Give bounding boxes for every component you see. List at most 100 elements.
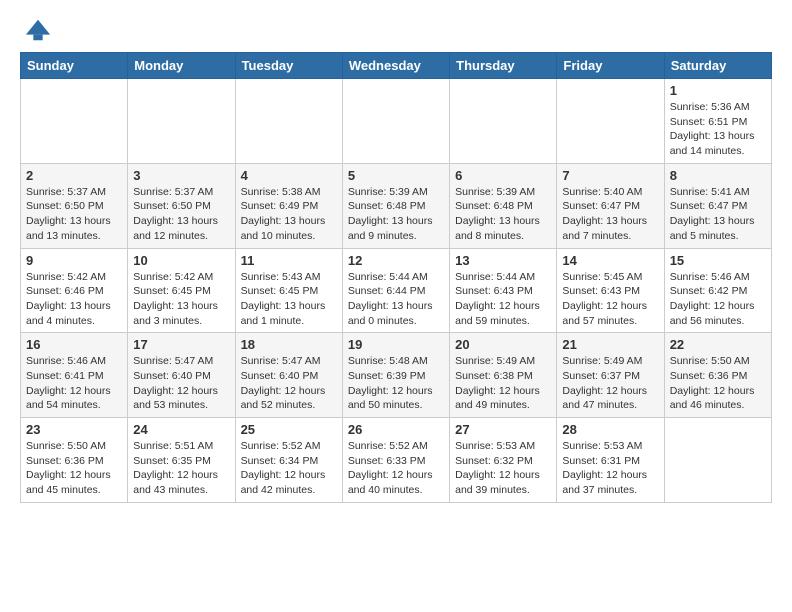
calendar-week-1: 1 Sunrise: 5:36 AMSunset: 6:51 PMDaylight…	[21, 79, 772, 164]
day-number: 5	[348, 168, 444, 183]
day-info: Sunrise: 5:40 AMSunset: 6:47 PMDaylight:…	[562, 185, 658, 244]
day-info: Sunrise: 5:37 AMSunset: 6:50 PMDaylight:…	[133, 185, 229, 244]
day-number: 22	[670, 337, 766, 352]
day-number: 2	[26, 168, 122, 183]
day-info: Sunrise: 5:44 AMSunset: 6:44 PMDaylight:…	[348, 270, 444, 329]
day-info: Sunrise: 5:53 AMSunset: 6:32 PMDaylight:…	[455, 439, 551, 498]
calendar-cell: 24 Sunrise: 5:51 AMSunset: 6:35 PMDayligh…	[128, 418, 235, 503]
day-info: Sunrise: 5:46 AMSunset: 6:42 PMDaylight:…	[670, 270, 766, 329]
day-info: Sunrise: 5:39 AMSunset: 6:48 PMDaylight:…	[348, 185, 444, 244]
calendar-table: SundayMondayTuesdayWednesdayThursdayFrid…	[20, 52, 772, 503]
day-number: 4	[241, 168, 337, 183]
day-number: 3	[133, 168, 229, 183]
calendar-cell: 20Sunrise: 5:49 AMSunset: 6:38 PMDayligh…	[450, 333, 557, 418]
day-number: 28	[562, 422, 658, 437]
day-info: Sunrise: 5:47 AMSunset: 6:40 PMDaylight:…	[241, 354, 337, 413]
calendar-week-4: 16Sunrise: 5:46 AMSunset: 6:41 PMDayligh…	[21, 333, 772, 418]
day-info: Sunrise: 5:53 AMSunset: 6:31 PMDaylight:…	[562, 439, 658, 498]
calendar-cell	[664, 418, 771, 503]
calendar-week-5: 23 Sunrise: 5:50 AMSunset: 6:36 PMDayligh…	[21, 418, 772, 503]
calendar-header-sunday: Sunday	[21, 53, 128, 79]
calendar-cell: 9 Sunrise: 5:42 AMSunset: 6:46 PMDaylight…	[21, 248, 128, 333]
calendar-cell: 21 Sunrise: 5:49 AMSunset: 6:37 PMDayligh…	[557, 333, 664, 418]
day-info: Sunrise: 5:47 AMSunset: 6:40 PMDaylight:…	[133, 354, 229, 413]
calendar-cell: 19 Sunrise: 5:48 AMSunset: 6:39 PMDayligh…	[342, 333, 449, 418]
day-number: 6	[455, 168, 551, 183]
calendar-header-wednesday: Wednesday	[342, 53, 449, 79]
header	[20, 16, 772, 44]
logo	[20, 20, 52, 44]
calendar-cell: 2 Sunrise: 5:37 AMSunset: 6:50 PMDaylight…	[21, 163, 128, 248]
calendar-week-3: 9 Sunrise: 5:42 AMSunset: 6:46 PMDaylight…	[21, 248, 772, 333]
calendar-header-friday: Friday	[557, 53, 664, 79]
day-info: Sunrise: 5:45 AMSunset: 6:43 PMDaylight:…	[562, 270, 658, 329]
day-info: Sunrise: 5:48 AMSunset: 6:39 PMDaylight:…	[348, 354, 444, 413]
calendar-cell: 3 Sunrise: 5:37 AMSunset: 6:50 PMDaylight…	[128, 163, 235, 248]
day-info: Sunrise: 5:42 AMSunset: 6:45 PMDaylight:…	[133, 270, 229, 329]
calendar-header-tuesday: Tuesday	[235, 53, 342, 79]
calendar-cell: 15 Sunrise: 5:46 AMSunset: 6:42 PMDayligh…	[664, 248, 771, 333]
day-number: 18	[241, 337, 337, 352]
calendar-cell	[21, 79, 128, 164]
calendar-cell: 5 Sunrise: 5:39 AMSunset: 6:48 PMDaylight…	[342, 163, 449, 248]
day-number: 15	[670, 253, 766, 268]
day-info: Sunrise: 5:50 AMSunset: 6:36 PMDaylight:…	[26, 439, 122, 498]
day-number: 19	[348, 337, 444, 352]
calendar-cell: 18 Sunrise: 5:47 AMSunset: 6:40 PMDayligh…	[235, 333, 342, 418]
calendar-cell: 22 Sunrise: 5:50 AMSunset: 6:36 PMDayligh…	[664, 333, 771, 418]
day-info: Sunrise: 5:44 AMSunset: 6:43 PMDaylight:…	[455, 270, 551, 329]
day-info: Sunrise: 5:36 AMSunset: 6:51 PMDaylight:…	[670, 100, 766, 159]
calendar-cell	[235, 79, 342, 164]
calendar-cell: 4 Sunrise: 5:38 AMSunset: 6:49 PMDaylight…	[235, 163, 342, 248]
day-info: Sunrise: 5:50 AMSunset: 6:36 PMDaylight:…	[670, 354, 766, 413]
day-info: Sunrise: 5:39 AMSunset: 6:48 PMDaylight:…	[455, 185, 551, 244]
day-number: 14	[562, 253, 658, 268]
day-info: Sunrise: 5:37 AMSunset: 6:50 PMDaylight:…	[26, 185, 122, 244]
calendar-cell: 12 Sunrise: 5:44 AMSunset: 6:44 PMDayligh…	[342, 248, 449, 333]
day-number: 11	[241, 253, 337, 268]
day-number: 24	[133, 422, 229, 437]
calendar-cell: 23 Sunrise: 5:50 AMSunset: 6:36 PMDayligh…	[21, 418, 128, 503]
day-number: 16	[26, 337, 122, 352]
day-info: Sunrise: 5:42 AMSunset: 6:46 PMDaylight:…	[26, 270, 122, 329]
calendar-header-monday: Monday	[128, 53, 235, 79]
day-info: Sunrise: 5:51 AMSunset: 6:35 PMDaylight:…	[133, 439, 229, 498]
day-number: 17	[133, 337, 229, 352]
calendar-cell: 6 Sunrise: 5:39 AMSunset: 6:48 PMDaylight…	[450, 163, 557, 248]
calendar-week-2: 2 Sunrise: 5:37 AMSunset: 6:50 PMDaylight…	[21, 163, 772, 248]
calendar-cell	[450, 79, 557, 164]
day-number: 8	[670, 168, 766, 183]
calendar-cell: 7 Sunrise: 5:40 AMSunset: 6:47 PMDaylight…	[557, 163, 664, 248]
day-number: 25	[241, 422, 337, 437]
day-number: 10	[133, 253, 229, 268]
calendar-cell	[557, 79, 664, 164]
day-number: 9	[26, 253, 122, 268]
day-number: 23	[26, 422, 122, 437]
calendar-cell: 8 Sunrise: 5:41 AMSunset: 6:47 PMDaylight…	[664, 163, 771, 248]
calendar-header-thursday: Thursday	[450, 53, 557, 79]
day-info: Sunrise: 5:52 AMSunset: 6:34 PMDaylight:…	[241, 439, 337, 498]
day-info: Sunrise: 5:43 AMSunset: 6:45 PMDaylight:…	[241, 270, 337, 329]
calendar-cell: 14 Sunrise: 5:45 AMSunset: 6:43 PMDayligh…	[557, 248, 664, 333]
day-number: 26	[348, 422, 444, 437]
day-info: Sunrise: 5:52 AMSunset: 6:33 PMDaylight:…	[348, 439, 444, 498]
calendar-cell	[128, 79, 235, 164]
day-info: Sunrise: 5:41 AMSunset: 6:47 PMDaylight:…	[670, 185, 766, 244]
day-number: 12	[348, 253, 444, 268]
day-number: 21	[562, 337, 658, 352]
calendar-cell: 27 Sunrise: 5:53 AMSunset: 6:32 PMDayligh…	[450, 418, 557, 503]
day-number: 27	[455, 422, 551, 437]
day-info: Sunrise: 5:38 AMSunset: 6:49 PMDaylight:…	[241, 185, 337, 244]
day-number: 20	[455, 337, 551, 352]
page: SundayMondayTuesdayWednesdayThursdayFrid…	[0, 0, 792, 519]
calendar-cell: 1 Sunrise: 5:36 AMSunset: 6:51 PMDaylight…	[664, 79, 771, 164]
logo-icon	[24, 16, 52, 44]
calendar-cell: 13Sunrise: 5:44 AMSunset: 6:43 PMDayligh…	[450, 248, 557, 333]
calendar-cell: 17 Sunrise: 5:47 AMSunset: 6:40 PMDayligh…	[128, 333, 235, 418]
calendar-cell	[342, 79, 449, 164]
calendar-header-saturday: Saturday	[664, 53, 771, 79]
calendar-cell: 28 Sunrise: 5:53 AMSunset: 6:31 PMDayligh…	[557, 418, 664, 503]
day-number: 7	[562, 168, 658, 183]
day-info: Sunrise: 5:49 AMSunset: 6:37 PMDaylight:…	[562, 354, 658, 413]
day-number: 1	[670, 83, 766, 98]
